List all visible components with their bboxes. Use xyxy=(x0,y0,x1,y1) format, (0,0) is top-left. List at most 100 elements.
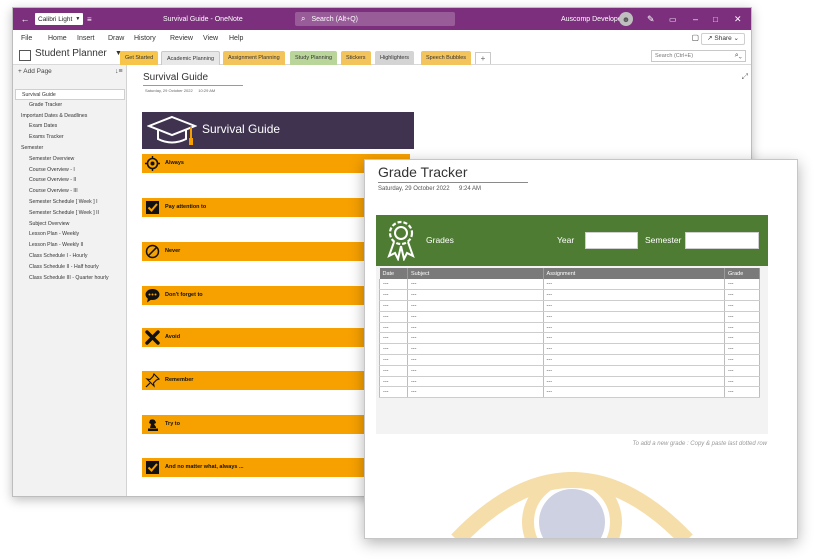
tab-study-planning[interactable]: Study Planning xyxy=(290,51,337,65)
page-title[interactable]: Survival Guide xyxy=(143,72,208,83)
sort-icon[interactable]: ↓≡ xyxy=(115,68,123,75)
sidebar-page-item[interactable]: Course Overview - I xyxy=(13,165,127,176)
grade-tracker-title[interactable]: Grade Tracker xyxy=(378,164,467,180)
back-icon[interactable]: ← xyxy=(18,8,32,30)
sidebar-page-item[interactable]: Semester xyxy=(13,143,127,154)
tab-academic-planning[interactable]: Academic Planning xyxy=(161,51,221,65)
sidebar-page-item[interactable]: Exams Tracker xyxy=(13,132,127,143)
tab-stickers[interactable]: Stickers xyxy=(341,51,371,65)
tab-assignment-planning[interactable]: Assignment Planning xyxy=(223,51,285,65)
table-cell[interactable]: --- xyxy=(379,386,408,399)
menu-history[interactable]: History xyxy=(134,30,156,47)
sidebar-page-item[interactable]: Semester Overview xyxy=(13,154,127,165)
font-selector[interactable]: Calibri Light ▼ xyxy=(35,13,83,25)
menu-home[interactable]: Home xyxy=(48,30,67,47)
table-cell[interactable]: --- xyxy=(407,322,544,334)
table-cell[interactable]: --- xyxy=(543,322,726,334)
table-cell[interactable]: --- xyxy=(407,279,544,291)
table-cell[interactable]: --- xyxy=(379,322,408,334)
table-cell[interactable]: --- xyxy=(407,354,544,366)
close-icon[interactable]: ✕ xyxy=(734,8,742,30)
table-cell[interactable]: --- xyxy=(407,376,544,388)
sidebar-page-item[interactable]: Course Overview - III xyxy=(13,186,127,197)
add-page-button[interactable]: + Add Page xyxy=(18,68,52,75)
avatar[interactable]: ☻ xyxy=(619,12,633,26)
table-cell[interactable]: --- xyxy=(407,343,544,356)
menu-file[interactable]: File xyxy=(21,30,32,47)
pen-icon[interactable]: ✎ xyxy=(647,8,655,30)
menu-draw[interactable]: Draw xyxy=(108,30,124,47)
table-cell[interactable]: --- xyxy=(543,300,726,312)
search-box[interactable]: ⌕ Search (Alt+Q) xyxy=(295,12,455,26)
tab-get-started[interactable]: Get Started xyxy=(120,51,159,65)
table-cell[interactable]: --- xyxy=(724,354,760,366)
table-cell[interactable]: --- xyxy=(379,343,408,356)
sidebar-page-item[interactable]: Subject Overview xyxy=(13,219,127,230)
table-cell[interactable]: --- xyxy=(724,343,760,356)
expand-icon[interactable]: ⤢ xyxy=(742,72,748,82)
table-cell[interactable]: --- xyxy=(379,289,408,302)
table-cell[interactable]: --- xyxy=(407,311,544,323)
table-cell[interactable]: --- xyxy=(724,311,760,323)
table-cell[interactable]: --- xyxy=(379,311,408,323)
table-cell[interactable]: --- xyxy=(543,386,726,399)
table-cell[interactable]: --- xyxy=(379,365,408,377)
table-cell[interactable]: --- xyxy=(724,289,760,302)
table-cell[interactable]: --- xyxy=(543,365,726,377)
sidebar-page-item[interactable]: Class Schedule II - Half hourly xyxy=(13,262,127,273)
menu-review[interactable]: Review xyxy=(170,30,193,47)
layout-icon[interactable]: ▭ xyxy=(669,8,677,30)
table-cell[interactable]: --- xyxy=(543,289,726,302)
table-cell[interactable]: --- xyxy=(724,300,760,312)
table-cell[interactable]: --- xyxy=(543,376,726,388)
table-cell[interactable]: --- xyxy=(379,300,408,312)
table-cell[interactable]: --- xyxy=(407,365,544,377)
table-cell[interactable]: --- xyxy=(379,376,408,388)
sidebar-page-item[interactable]: Important Dates & Deadlines xyxy=(13,111,127,122)
minimize-icon[interactable]: – xyxy=(693,8,698,30)
table-cell[interactable]: --- xyxy=(543,332,726,345)
table-cell[interactable]: --- xyxy=(407,289,544,302)
table-cell[interactable]: --- xyxy=(379,279,408,291)
table-cell[interactable]: --- xyxy=(724,332,760,345)
sidebar-page-item[interactable]: Semester Schedule [ Week ] II xyxy=(13,208,127,219)
table-cell[interactable]: --- xyxy=(724,279,760,291)
table-cell[interactable]: --- xyxy=(724,322,760,334)
table-cell[interactable]: --- xyxy=(407,386,544,399)
menu-help[interactable]: Help xyxy=(229,30,243,47)
table-cell[interactable]: --- xyxy=(543,343,726,356)
notebook-search-input[interactable]: Search (Ctrl+E) ⌕⌄ xyxy=(651,50,746,62)
table-cell[interactable]: --- xyxy=(543,354,726,366)
maximize-icon[interactable]: □ xyxy=(713,8,718,30)
table-cell[interactable]: --- xyxy=(543,279,726,291)
sidebar-page-item[interactable]: Exam Dates xyxy=(13,121,127,132)
table-cell[interactable]: --- xyxy=(379,354,408,366)
sidebar-page-item[interactable]: Semester Schedule [ Week ] I xyxy=(13,197,127,208)
sidebar-page-item[interactable]: Course Overview - II xyxy=(13,175,127,186)
user-name[interactable]: Auscomp Developer xyxy=(561,8,624,30)
table-cell[interactable]: --- xyxy=(379,332,408,345)
menu-insert[interactable]: Insert xyxy=(77,30,95,47)
tab-speech-bubbles[interactable]: Speech Bubbles xyxy=(421,51,472,65)
notebook-icon[interactable] xyxy=(19,50,31,61)
add-section-button[interactable]: + xyxy=(475,52,491,64)
sidebar-page-item[interactable]: Class Schedule I - Hourly xyxy=(13,251,127,262)
sticky-note-icon[interactable]: ▢ xyxy=(691,33,699,42)
table-cell[interactable]: --- xyxy=(724,386,760,399)
table-cell[interactable]: --- xyxy=(724,365,760,377)
menu-view[interactable]: View xyxy=(203,30,218,47)
table-cell[interactable]: --- xyxy=(543,311,726,323)
table-cell[interactable]: --- xyxy=(407,332,544,345)
sidebar-page-item[interactable]: Survival Guide xyxy=(15,89,125,100)
sidebar-page-item[interactable]: Class Schedule III - Quarter hourly xyxy=(13,273,127,284)
notebook-name[interactable]: Student Planner xyxy=(35,48,107,59)
tab-highlighters[interactable]: Highlighters xyxy=(375,51,415,65)
sidebar-page-item[interactable]: Grade Tracker xyxy=(13,100,127,111)
customize-toolbar-icon[interactable]: ≡ xyxy=(87,8,92,30)
sidebar-page-item[interactable]: Lesson Plan - Weekly II xyxy=(13,240,127,251)
table-cell[interactable]: --- xyxy=(407,300,544,312)
semester-input[interactable] xyxy=(685,232,759,249)
table-cell[interactable]: --- xyxy=(724,376,760,388)
sidebar-page-item[interactable]: Lesson Plan - Weekly xyxy=(13,229,127,240)
year-input[interactable] xyxy=(585,232,638,249)
